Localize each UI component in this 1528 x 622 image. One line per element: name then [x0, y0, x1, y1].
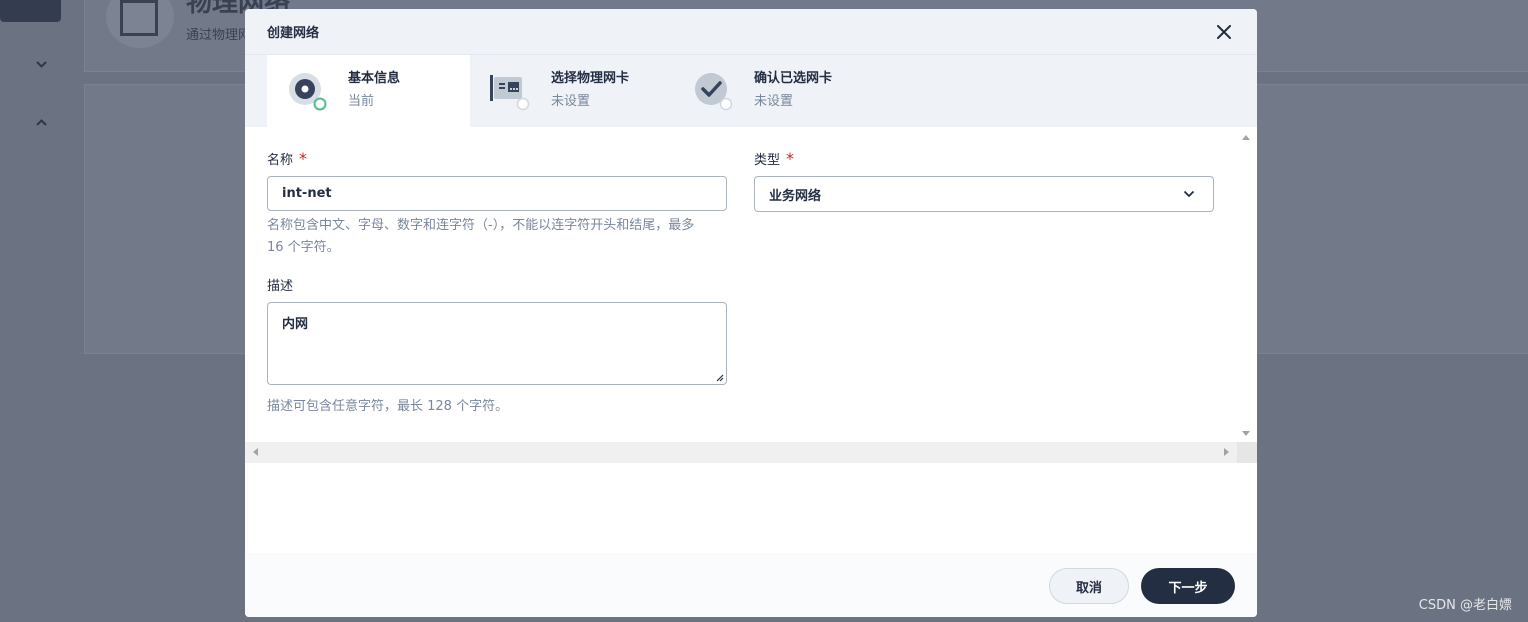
vertical-scrollbar[interactable]: [1237, 127, 1257, 442]
form-body: 名称 * int-net 名称包含中文、字母、数字和连字符（-），不能以连字符开头…: [245, 127, 1237, 442]
chevron-up-icon: [35, 116, 48, 131]
chevron-down-icon: [1183, 190, 1195, 198]
desc-label-row: 描述: [267, 275, 293, 294]
required-mark: *: [786, 149, 795, 168]
step-desc: 未设置: [551, 94, 591, 109]
background-nav-block: [0, 0, 61, 22]
step-title: 选择物理网卡: [551, 71, 630, 86]
radio-step-icon: [289, 73, 327, 111]
type-label: 类型: [754, 153, 781, 168]
next-button[interactable]: 下一步: [1141, 568, 1235, 604]
desc-help: 描述可包含任意字符，最长 128 个字符。: [267, 399, 509, 414]
modal-header: 创建网络: [245, 9, 1257, 55]
create-network-modal: 创建网络 基本信息 当前 选择物理网卡 未设置 确认已选网卡 未设置 名称 * …: [245, 9, 1257, 617]
network-card-icon: [490, 75, 530, 111]
step-title: 基本信息: [348, 71, 401, 86]
desc-label: 描述: [267, 279, 294, 294]
required-mark: *: [299, 149, 308, 168]
name-label-row: 名称 *: [267, 149, 307, 168]
name-help-line-1: 名称包含中文、字母、数字和连字符（-），不能以连字符开头和结尾，最多: [267, 218, 695, 233]
scroll-left-icon[interactable]: [253, 448, 258, 456]
scroll-right-icon[interactable]: [1224, 448, 1229, 456]
type-select-value: 业务网络: [769, 188, 822, 204]
close-icon: [1217, 24, 1231, 39]
step-desc: 未设置: [754, 94, 794, 109]
name-help-line-2: 16 个字符。: [267, 240, 340, 255]
step-select-nic[interactable]: 选择物理网卡 未设置: [470, 55, 673, 127]
scroll-down-icon[interactable]: [1242, 431, 1250, 436]
name-label: 名称: [267, 153, 294, 168]
step-basic-info[interactable]: 基本信息 当前: [267, 55, 470, 127]
modal-title: 创建网络: [267, 26, 320, 41]
close-button[interactable]: [1213, 21, 1235, 43]
watermark: CSDN @老白嫖: [1418, 598, 1512, 613]
background-network-icon: [120, 0, 158, 36]
desc-value: 内网: [282, 317, 309, 332]
horizontal-scrollbar[interactable]: [245, 442, 1237, 463]
type-label-row: 类型 *: [754, 149, 794, 168]
desc-textarea[interactable]: 内网: [267, 302, 727, 385]
scroll-up-icon[interactable]: [1242, 135, 1250, 140]
step-indicator: 基本信息 当前 选择物理网卡 未设置 确认已选网卡 未设置: [245, 55, 1257, 127]
name-input[interactable]: int-net: [267, 176, 727, 211]
chevron-down-icon: [35, 58, 48, 73]
type-select[interactable]: 业务网络: [754, 176, 1214, 212]
background-page-subtitle: 通过物理网: [186, 28, 252, 43]
resize-handle-icon[interactable]: [714, 372, 724, 382]
step-desc: 当前: [348, 94, 375, 109]
modal-footer: 取消 下一步: [245, 553, 1257, 617]
scrollbar-corner: [1237, 442, 1257, 463]
step-confirm-nic[interactable]: 确认已选网卡 未设置: [673, 55, 876, 127]
step-title: 确认已选网卡: [754, 71, 833, 86]
check-step-icon: [695, 73, 733, 111]
cancel-button[interactable]: 取消: [1049, 568, 1129, 604]
name-help: 名称包含中文、字母、数字和连字符（-），不能以连字符开头和结尾，最多 16 个字…: [267, 215, 737, 259]
